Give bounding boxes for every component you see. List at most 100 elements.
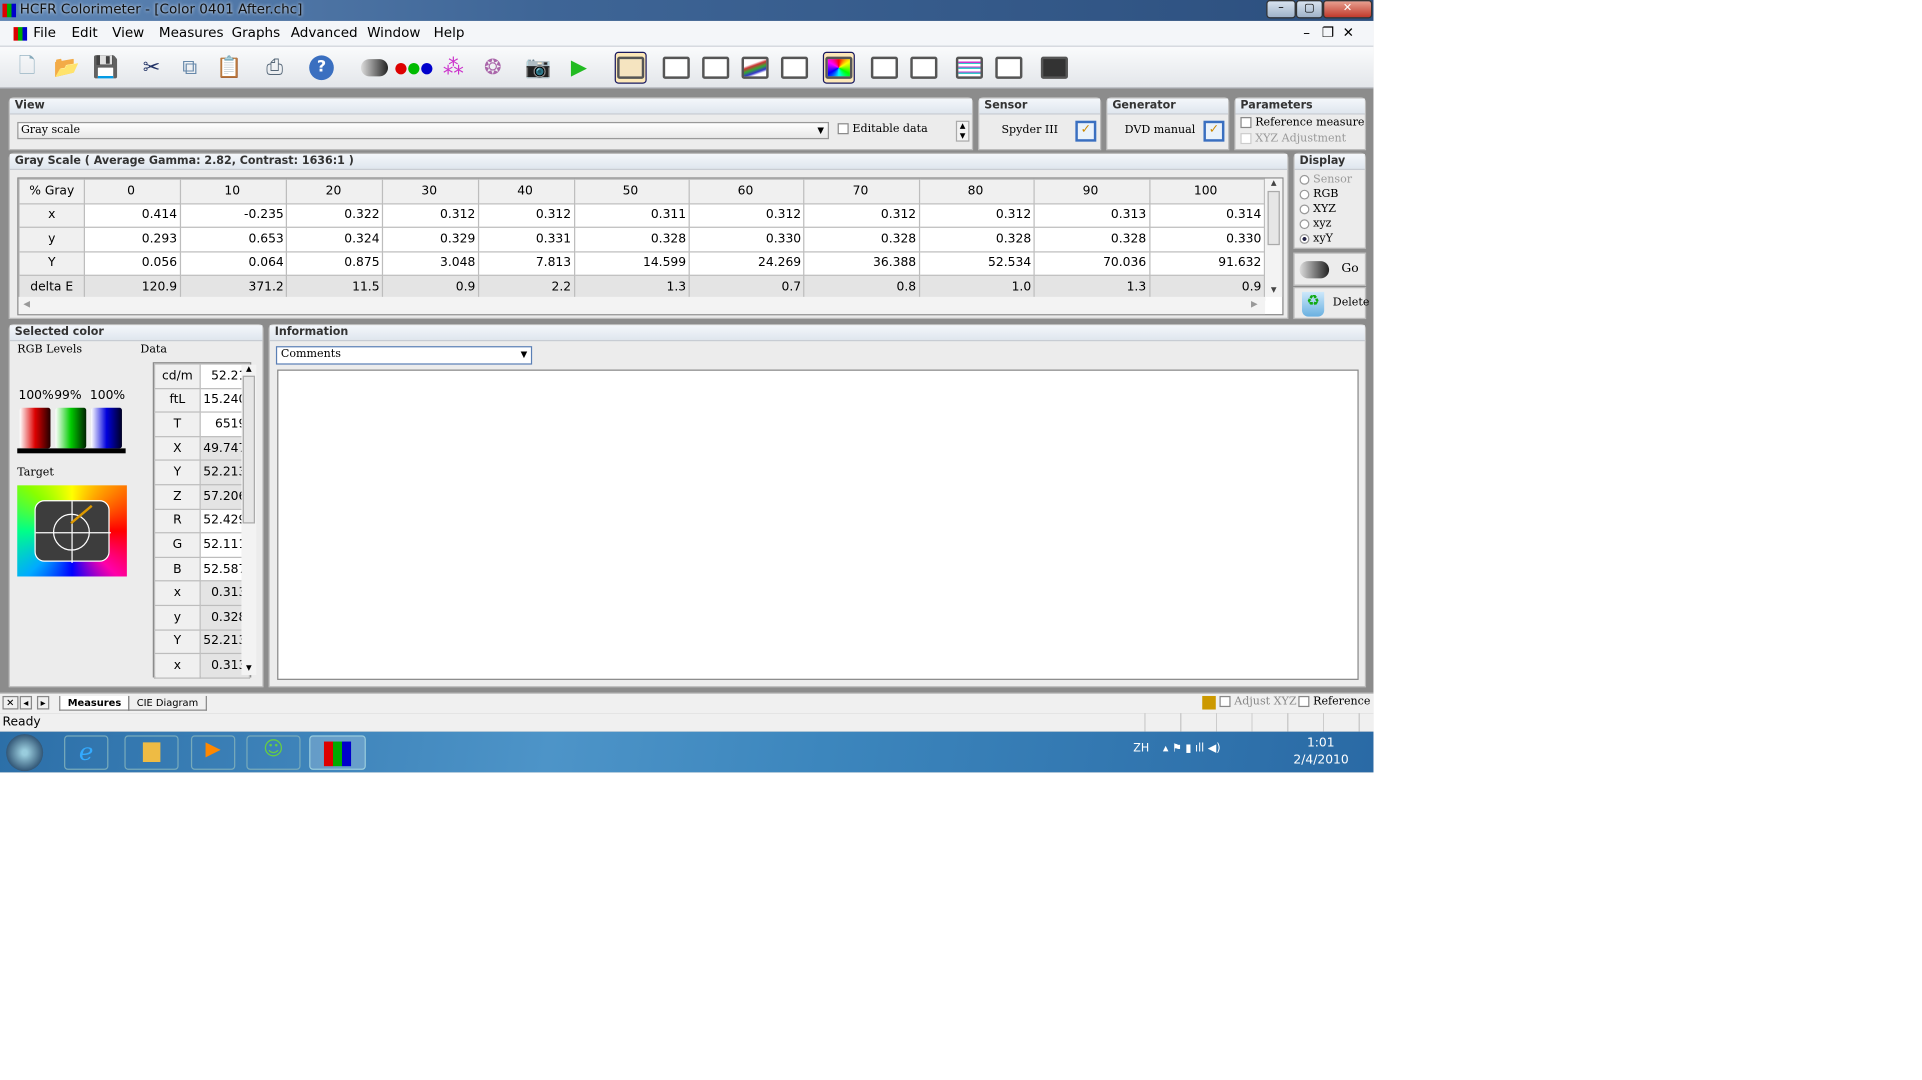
table-cell[interactable]: 36.388 xyxy=(803,250,920,276)
table-cell[interactable]: 0.312 xyxy=(803,202,920,228)
table-cell[interactable]: 0.312 xyxy=(382,202,480,228)
table-cell[interactable]: 371.2 xyxy=(179,274,288,300)
menu-file[interactable]: File xyxy=(33,21,56,46)
go-button[interactable]: Go xyxy=(1293,252,1367,286)
table-cell[interactable]: 3.048 xyxy=(382,250,480,276)
information-select[interactable]: Comments ▼ xyxy=(275,346,533,365)
column-header[interactable]: 70 xyxy=(803,178,920,204)
table-cell[interactable]: 0.328 xyxy=(918,226,1035,252)
table-cell[interactable]: 0.329 xyxy=(382,226,480,252)
view-near-black-icon[interactable] xyxy=(868,52,900,84)
table-cell[interactable]: 0.328 xyxy=(573,226,690,252)
tray-icons[interactable]: ▴ ⚑ ▮ ıll ◀) xyxy=(1163,743,1221,755)
view-near-white-icon[interactable] xyxy=(908,52,940,84)
camera-icon[interactable]: 📷 xyxy=(522,52,554,84)
clock-time[interactable]: 1:01 xyxy=(1307,737,1335,751)
table-cell[interactable]: 0.875 xyxy=(286,250,384,276)
save-icon[interactable]: 💾 xyxy=(90,52,122,84)
messenger-icon[interactable]: ☺ xyxy=(246,735,301,770)
table-cell[interactable]: 0.8 xyxy=(803,274,920,300)
clock-date[interactable]: 2/4/2010 xyxy=(1293,754,1348,768)
menu-graphs[interactable]: Graphs xyxy=(232,21,281,46)
close-button[interactable]: ✕ xyxy=(1322,0,1373,19)
table-cell[interactable]: 1.3 xyxy=(1033,274,1150,300)
column-header[interactable]: 40 xyxy=(477,178,575,204)
measure-secondaries-icon[interactable]: ⁂ xyxy=(437,52,469,84)
table-cell[interactable]: 7.813 xyxy=(477,250,575,276)
spin-button[interactable]: ▲ ▼ xyxy=(955,120,970,142)
radio-button[interactable] xyxy=(1299,218,1310,229)
generator-configure-icon[interactable]: ✓ xyxy=(1203,120,1225,142)
table-cell[interactable]: 0.314 xyxy=(1148,202,1266,228)
table-cell[interactable]: 0.9 xyxy=(382,274,480,300)
measure-gray-icon[interactable] xyxy=(358,52,390,84)
table-cell[interactable]: -0.235 xyxy=(179,202,288,228)
table-cell[interactable]: 0.293 xyxy=(83,226,181,252)
column-header[interactable]: 60 xyxy=(688,178,805,204)
copy-icon[interactable]: ⧉ xyxy=(174,52,206,84)
table-cell[interactable]: 0.414 xyxy=(83,202,181,228)
mdi-minimize-button[interactable]: – xyxy=(1303,21,1310,46)
view-gamma-icon[interactable] xyxy=(660,52,692,84)
table-cell[interactable]: 0.312 xyxy=(688,202,805,228)
column-header[interactable]: 0 xyxy=(83,178,181,204)
view-saturation-shift-icon[interactable] xyxy=(993,52,1025,84)
menu-edit[interactable]: Edit xyxy=(71,21,97,46)
table-cell[interactable]: 14.599 xyxy=(573,250,690,276)
tab-next-button[interactable]: ▸ xyxy=(36,695,50,710)
vertical-scrollbar[interactable]: ▲ ▼ xyxy=(1265,178,1283,297)
view-luminance-icon[interactable] xyxy=(700,52,732,84)
new-file-icon[interactable]: 🗋 xyxy=(11,52,43,84)
radio-button[interactable] xyxy=(1299,174,1310,185)
measure-all-icon[interactable]: ❂ xyxy=(477,52,509,84)
table-cell[interactable]: 0.311 xyxy=(573,202,690,228)
table-cell[interactable]: 1.0 xyxy=(918,274,1035,300)
view-cie-icon[interactable] xyxy=(822,51,855,84)
table-cell[interactable]: 52.534 xyxy=(918,250,1035,276)
table-cell[interactable]: 0.056 xyxy=(83,250,181,276)
adjust-xyz-checkbox[interactable]: Adjust XYZ xyxy=(1219,695,1297,708)
mdi-close-button[interactable]: ✕ xyxy=(1343,21,1354,46)
tab-measures[interactable]: Measures xyxy=(59,695,130,711)
display-radio-xyz[interactable]: XYZ xyxy=(1299,202,1365,217)
table-cell[interactable]: 0.331 xyxy=(477,226,575,252)
media-player-icon[interactable]: ▶ xyxy=(190,735,236,770)
table-cell[interactable]: 0.328 xyxy=(1033,226,1150,252)
display-radio-xyy[interactable]: xyY xyxy=(1299,232,1365,247)
table-cell[interactable]: 91.632 xyxy=(1148,250,1266,276)
open-folder-icon[interactable]: 📂 xyxy=(51,52,83,84)
table-cell[interactable]: 0.653 xyxy=(179,226,288,252)
view-saturation-icon[interactable] xyxy=(953,52,985,84)
menu-view[interactable]: View xyxy=(112,21,144,46)
table-cell[interactable]: 0.324 xyxy=(286,226,384,252)
print-icon[interactable]: ⎙ xyxy=(259,52,291,84)
mdi-restore-button[interactable]: ❐ xyxy=(1322,21,1334,46)
table-cell[interactable]: 0.328 xyxy=(803,226,920,252)
column-header[interactable]: 100 xyxy=(1148,178,1266,204)
minimize-button[interactable]: – xyxy=(1266,0,1296,19)
maximize-button[interactable]: ▢ xyxy=(1295,0,1323,19)
column-header[interactable]: 90 xyxy=(1033,178,1150,204)
table-cell[interactable]: 11.5 xyxy=(286,274,384,300)
view-table-icon[interactable] xyxy=(614,51,647,84)
view-select[interactable]: Gray scale ▼ xyxy=(17,121,830,140)
menu-advanced[interactable]: Advanced xyxy=(291,21,358,46)
hcfr-taskbar-icon[interactable] xyxy=(309,735,366,770)
close-tab-button[interactable]: ✕ xyxy=(2,695,19,710)
radio-button[interactable] xyxy=(1299,189,1310,199)
reference-checkbox[interactable]: Reference xyxy=(1298,695,1370,708)
table-cell[interactable]: 1.3 xyxy=(573,274,690,300)
view-rgb-levels-icon[interactable] xyxy=(739,52,771,84)
editable-data-checkbox[interactable]: Editable data xyxy=(837,123,928,135)
table-cell[interactable]: 0.330 xyxy=(688,226,805,252)
column-header[interactable]: 10 xyxy=(179,178,288,204)
ie-icon[interactable]: e xyxy=(64,735,109,770)
explorer-icon[interactable]: ▆ xyxy=(124,735,179,770)
tab-prev-button[interactable]: ◂ xyxy=(19,695,33,710)
radio-button[interactable] xyxy=(1299,203,1310,214)
column-header[interactable]: 30 xyxy=(382,178,480,204)
radio-button[interactable] xyxy=(1299,233,1310,244)
xyz-adjustment-checkbox[interactable]: XYZ Adjustment xyxy=(1240,133,1346,145)
display-radio-xyz[interactable]: xyz xyxy=(1299,217,1365,232)
table-cell[interactable]: 0.064 xyxy=(179,250,288,276)
